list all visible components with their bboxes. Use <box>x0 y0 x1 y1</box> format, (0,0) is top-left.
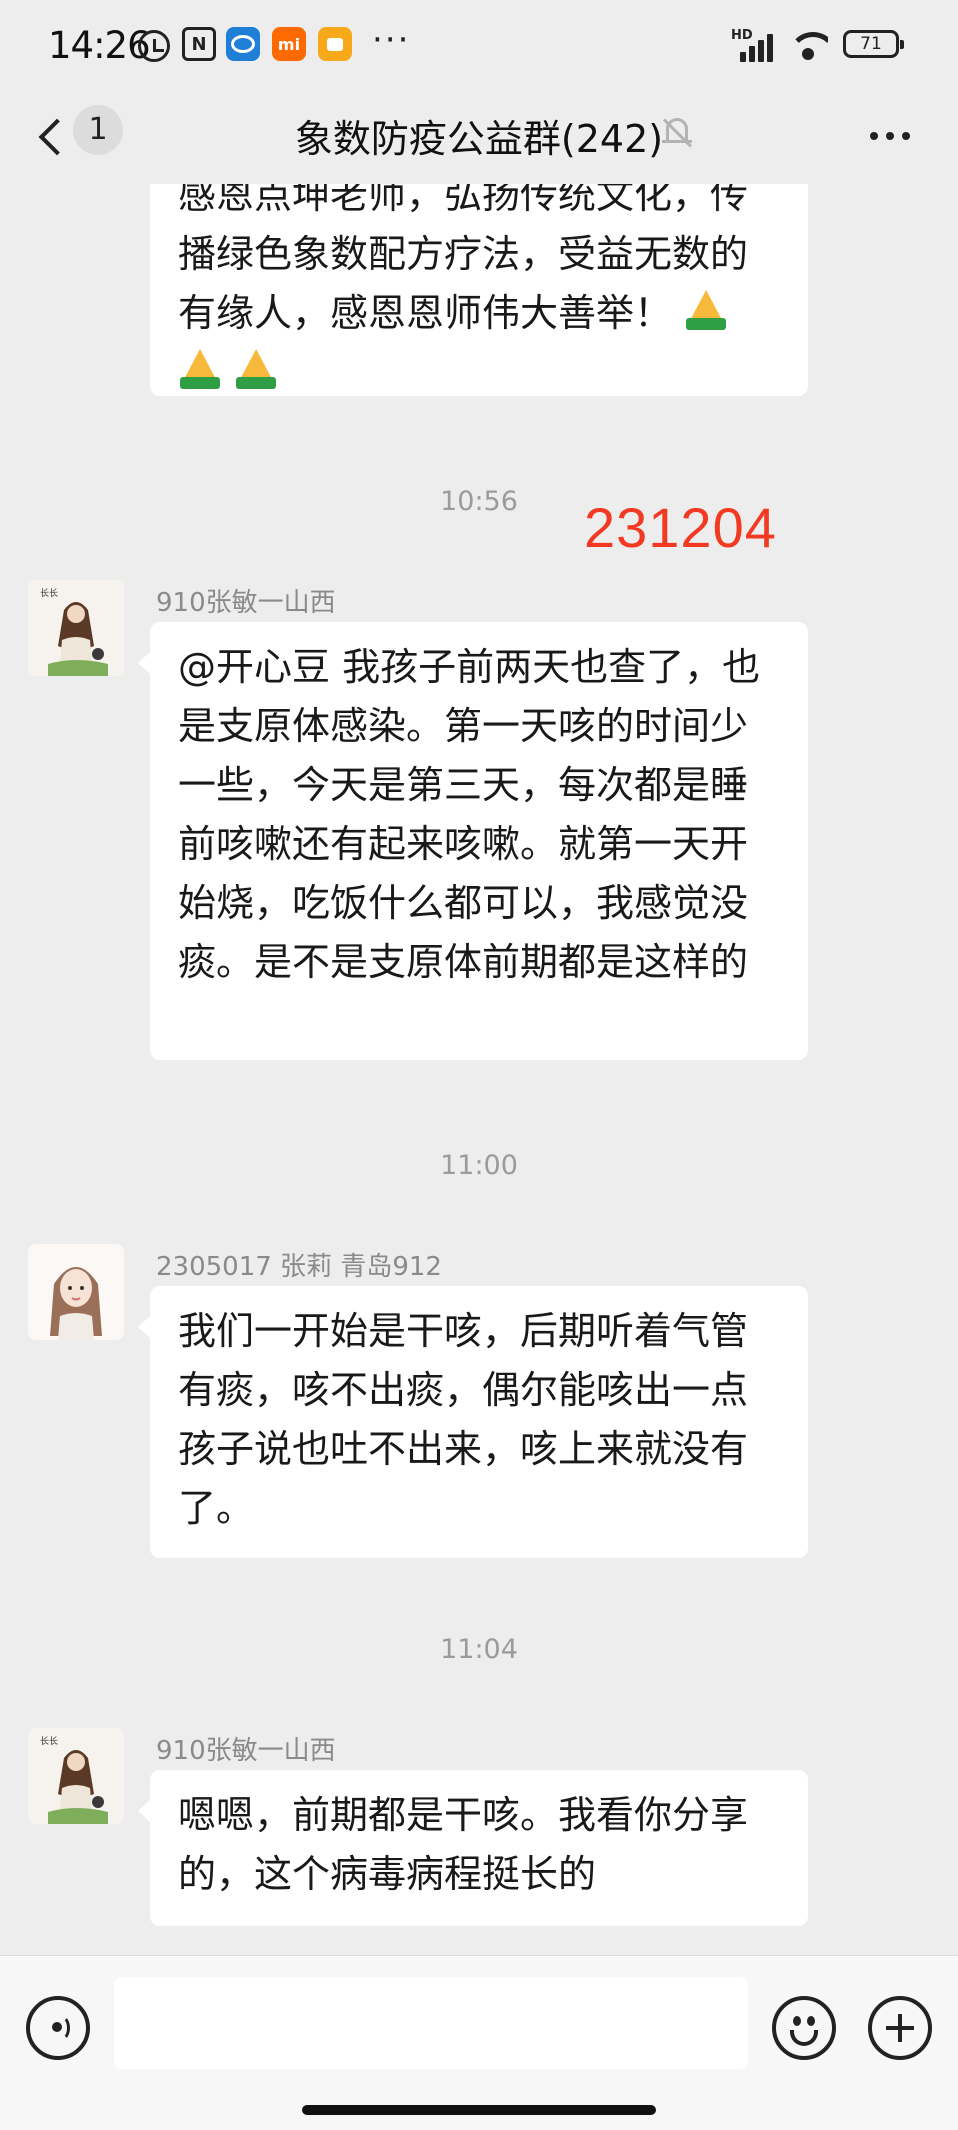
input-bar <box>0 1955 958 2130</box>
more-notifications-icon: ··· <box>372 20 411 60</box>
home-indicator[interactable] <box>302 2105 656 2115</box>
message-text: 我们一开始是干咳，后期听着气管有痰，咳不出痰，偶尔能咳出一点孩子说也吐不出来，咳… <box>178 1309 749 1530</box>
app-notification-icon <box>226 27 260 61</box>
avatar-image <box>28 1244 124 1340</box>
emoji-button[interactable] <box>772 1996 836 2060</box>
message-text: @开心豆 我孩子前两天也查了，也是支原体感染。第一天咳的时间少一些，今天是第三天… <box>178 645 761 984</box>
more-dot-icon <box>902 132 910 140</box>
pray-emoji-icon <box>178 347 222 391</box>
avatar[interactable]: 长长 <box>28 580 124 676</box>
battery-icon: 71 <box>843 30 904 58</box>
message-list[interactable]: 感恩点坤老师，弘扬传统文化，传 播绿色象数配方疗法，受益无数的 有缘人，感恩恩师… <box>0 184 958 1954</box>
svg-text:长长: 长长 <box>40 587 58 599</box>
message-timestamp: 11:04 <box>440 1634 518 1665</box>
add-button[interactable] <box>868 1996 932 2060</box>
message-timestamp: 11:00 <box>440 1150 518 1181</box>
message-app-icon <box>318 27 352 61</box>
message-bubble[interactable]: 我们一开始是干咳，后期听着气管有痰，咳不出痰，偶尔能咳出一点孩子说也吐不出来，咳… <box>138 1286 808 1558</box>
message-input[interactable] <box>114 1977 748 2069</box>
mute-icon <box>660 114 694 150</box>
avatar-image: 长长 <box>28 1728 124 1824</box>
alarm-icon <box>138 30 170 62</box>
avatar[interactable] <box>28 1244 124 1340</box>
message-bubble[interactable]: 感恩点坤老师，弘扬传统文化，传 播绿色象数配方疗法，受益无数的 有缘人，感恩恩师… <box>150 184 808 396</box>
message-bubble[interactable]: @开心豆 我孩子前两天也查了，也是支原体感染。第一天咳的时间少一些，今天是第三天… <box>138 622 808 1060</box>
avatar[interactable]: 长长 <box>28 1728 124 1824</box>
more-dot-icon <box>886 132 894 140</box>
chat-header: 1 象数防疫公益群(242) <box>0 92 958 184</box>
message-text: 感恩点坤老师，弘扬传统文化，传 <box>178 184 749 217</box>
message-bubble[interactable]: 嗯嗯，前期都是干咳。我看你分享的，这个病毒病程挺长的 <box>138 1770 808 1926</box>
avatar-image: 长长 <box>28 580 124 676</box>
sender-name: 910张敏一山西 <box>156 588 336 618</box>
voice-button[interactable] <box>26 1996 90 2060</box>
date-annotation: 231204 <box>584 496 777 559</box>
svg-text:长长: 长长 <box>40 1735 58 1747</box>
pray-emoji-icon <box>234 347 278 391</box>
sender-name: 910张敏一山西 <box>156 1736 336 1766</box>
mi-app-icon: mi <box>272 27 306 61</box>
wifi-icon <box>788 30 828 60</box>
nfc-icon: N <box>182 27 216 61</box>
more-button[interactable] <box>860 114 920 158</box>
page-title: 象数防疫公益群(242) <box>294 117 664 161</box>
emoji-icon <box>793 2016 801 2026</box>
signal-icon <box>738 32 778 62</box>
message-text: 播绿色象数配方疗法，受益无数的 <box>178 232 749 276</box>
message-text: 有缘人，感恩恩师伟大善举！ <box>178 291 673 335</box>
message-text: 嗯嗯，前期都是干咳。我看你分享的，这个病毒病程挺长的 <box>178 1793 749 1896</box>
message-timestamp: 10:56 <box>440 486 518 517</box>
status-bar: 14:26 N mi ··· HD 71 <box>0 0 958 92</box>
sender-name: 2305017 张莉 青岛912 <box>156 1252 442 1282</box>
status-time: 14:26 <box>48 24 151 67</box>
more-dot-icon <box>870 132 878 140</box>
pray-emoji-icon <box>684 288 728 332</box>
